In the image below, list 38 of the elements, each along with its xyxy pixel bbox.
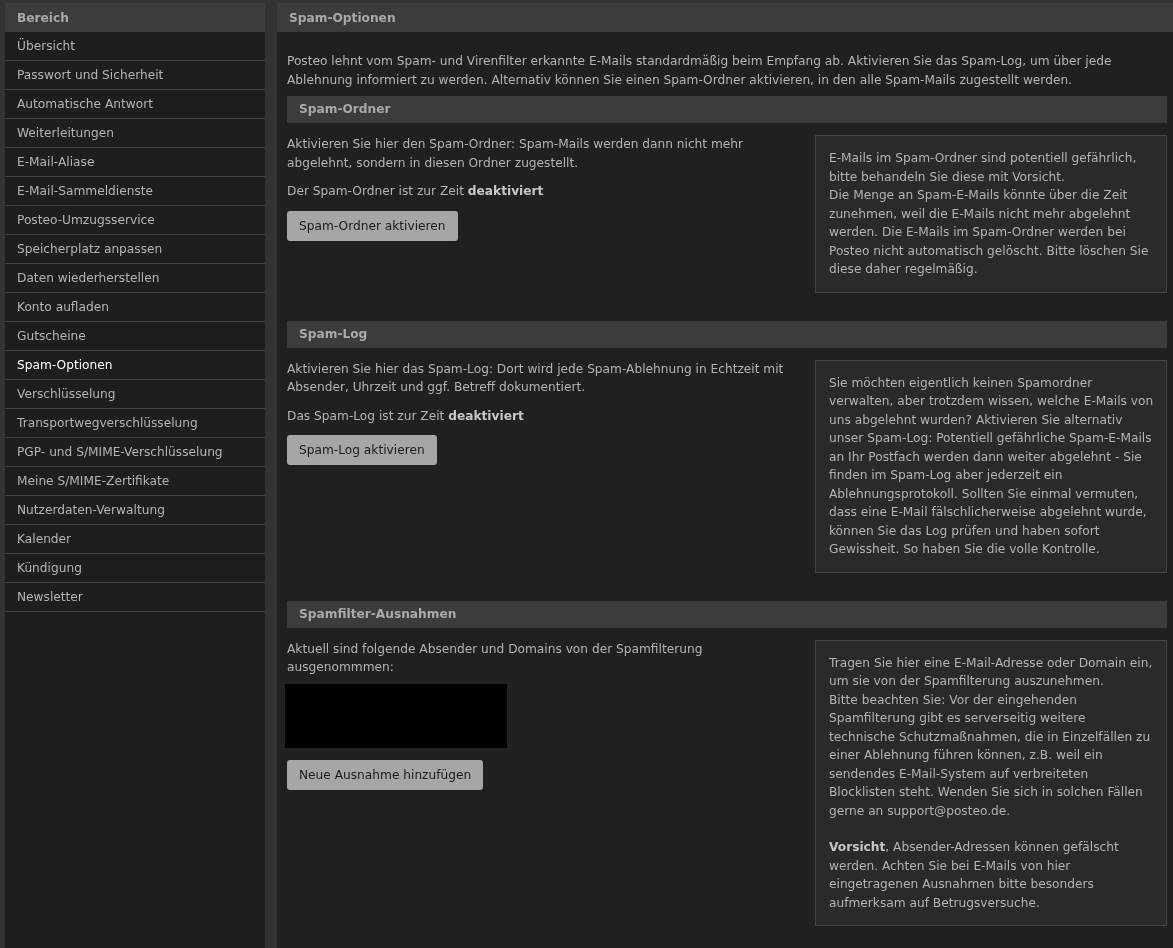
sidebar-item[interactable]: Transportwegverschlüsselung <box>5 409 265 438</box>
sidebar-item[interactable]: Kündigung <box>5 554 265 583</box>
section-header: Spam-Ordner <box>287 96 1167 123</box>
status-text: Der Spam-Ordner ist zur Zeit deaktiviert <box>287 183 545 200</box>
sidebar-item[interactable]: Passwort und Sicherheit <box>5 61 265 90</box>
intro-text: Posteo lehnt vom Spam- und Virenfilter erkannte E-Mails standardmäßig beim Empfang ab. Aktivieren Sie das Spam-Log, um über jede Ablehnung informiert zu werden. Alternativ können Sie einen Spam-Ordner aktivieren, in den alle Spam-Mails zugestellt werden. <box>287 53 1113 89</box>
sidebar-item[interactable]: Nutzerdaten-Verwaltung <box>5 496 265 525</box>
status-text: Das Spam-Log ist zur Zeit deaktiviert <box>287 407 525 425</box>
action-button[interactable]: Spam-Log aktivieren <box>287 435 437 465</box>
info-text: Tragen Sie hier eine E-Mail-Adresse oder Domain ein, um sie von der Spamfilterung auszunehmen. Bitte beachten Sie: Vor der eingehenden Spamfilterung gibt es serverseitig weitere technische Schutzmaßnahmen, die in Einzelfällen zu einer Ablehnung führen können, z.B. weil ein sendendes E-Mail-System auf verbreiteten Blocklisten steht. Wenden Sie sich in solchen Fällen gerne an support@posteo.de. <box>829 654 1154 820</box>
sidebar-item[interactable]: Konto aufladen <box>5 293 265 322</box>
sidebar-item[interactable]: Speicherplatz anpassen <box>5 235 265 264</box>
sidebar-item[interactable]: Daten wiederherstellen <box>5 264 265 293</box>
sidebar-item[interactable]: Spam-Optionen <box>5 351 265 380</box>
sidebar-item[interactable]: Verschlüsselung <box>5 380 265 409</box>
section-text: Aktivieren Sie hier das Spam-Log: Dort wird jede Spam-Ablehnung in Echtzeit mit Absender, Uhrzeit und ggf. Betreff dokumentiert. <box>287 360 785 396</box>
sidebar-item[interactable]: PGP- und S/MIME-Verschlüsselung <box>5 438 265 467</box>
action-button[interactable]: Neue Ausnahme hinzufügen <box>287 759 484 790</box>
sidebar-item[interactable]: Kalender <box>5 525 265 554</box>
section-header: Spamfilter-Ausnahmen <box>287 600 1167 628</box>
section-text: Aktivieren Sie hier den Spam-Ordner: Spam-Mails werden dann nicht mehr abgelehnt, sondern in diesen Ordner zugestellt. <box>287 136 745 172</box>
page-title: Spam-Optionen <box>277 3 1173 32</box>
sidebar-title: Bereich <box>5 3 265 32</box>
sidebar-item[interactable]: E-Mail-Sammeldienste <box>5 177 265 206</box>
sidebar-item[interactable]: Weiterleitungen <box>5 119 265 148</box>
sidebar-item[interactable]: Meine S/MIME-Zertifikate <box>5 467 265 496</box>
section-text: Aktuell sind folgende Absender und Domains von der Spamfilterung ausgenommmen: <box>287 640 704 676</box>
sidebar-item[interactable]: Posteo-Umzugsservice <box>5 206 265 235</box>
info-text: Sie möchten eigentlich keinen Spamordner verwalten, aber trotzdem wissen, welche E-Mails von uns abgelehnt wurden? Aktivieren Sie alternativ unser Spam-Log: Potentiell gefährliche Spam-E-Mails an Ihr Postfach werden dann weiter abgelehnt - Sie finden im Spam-Log aber jederzeit ein Ablehnungsprotokoll. Sollten Sie einmal vermuten, dass eine E-Mail fälschlicherweise abgelehnt wurde, können Sie das Log prüfen und haben sofort Gewissheit. So haben Sie die volle Kontrolle. <box>829 374 1154 558</box>
info-text: E-Mails im Spam-Ordner sind potentiell gefährlich, bitte behandeln Sie diese mit Vorsicht. Die Menge an Spam-E-Mails könnte über die Zeit zunehmen, weil die E-Mails nicht mehr abgelehnt werden. Die E-Mails im Spam-Ordner werden bei Posteo nicht automatisch gelöscht. Bitte löschen Sie diese daher regelmäßig. <box>829 150 1150 278</box>
sidebar-item[interactable]: Übersicht <box>5 32 265 61</box>
sidebar-item[interactable]: E-Mail-Aliase <box>5 148 265 177</box>
sidebar-item[interactable]: Newsletter <box>5 583 265 612</box>
section-header: Spam-Log <box>287 320 1167 348</box>
action-button[interactable]: Spam-Ordner aktivieren <box>287 210 458 241</box>
sidebar-item[interactable]: Automatische Antwort <box>5 90 265 119</box>
sidebar-item[interactable]: Gutscheine <box>5 322 265 351</box>
info-text: Vorsicht, Absender-Adressen können gefälscht werden. Achten Sie bei E-Mails von hier eingetragenen Ausnahmen bitte besonders aufmerksam auf Betrugsversuche. <box>829 839 1120 912</box>
